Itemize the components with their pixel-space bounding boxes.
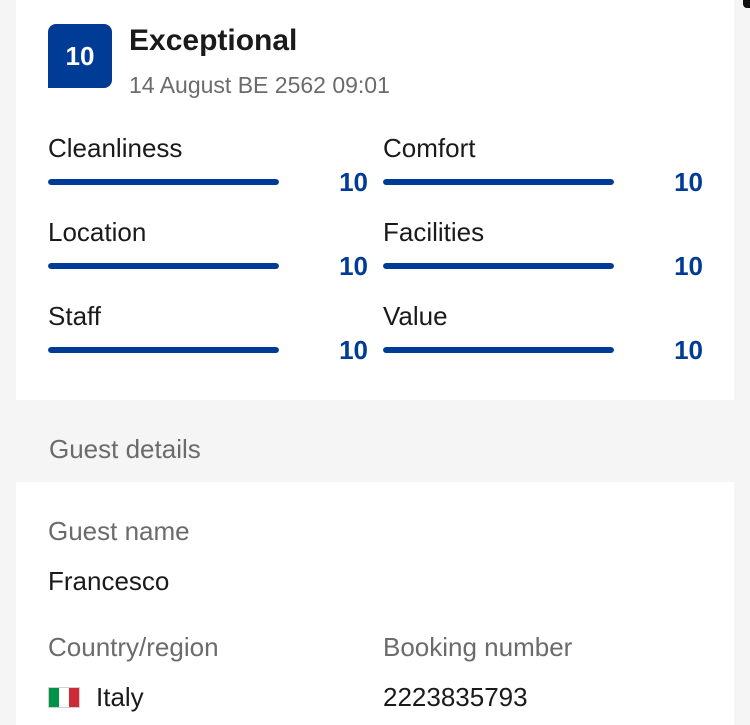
rating-bar-fill: [48, 263, 279, 269]
rating-value: 10: [339, 335, 368, 365]
country-value: Italy: [96, 682, 144, 712]
rating-bar: [383, 263, 614, 269]
rating-value: 10: [674, 251, 703, 281]
guest-details-heading: Guest details: [49, 434, 201, 464]
guest-name-label: Guest name: [48, 516, 190, 546]
score-badge: 10: [48, 24, 112, 88]
review-date: 14 August BE 2562 09:01: [129, 72, 390, 98]
rating-bar: [383, 347, 614, 353]
rating-bar: [48, 347, 279, 353]
rating-label: Staff: [48, 301, 102, 331]
rating-bar: [48, 263, 279, 269]
rating-value: 10: [674, 335, 703, 365]
rating-label: Comfort: [383, 133, 476, 163]
rating-bar-fill: [48, 347, 279, 353]
rating-label: Value: [383, 301, 448, 331]
rating-bar: [383, 179, 614, 185]
rating-label: Facilities: [383, 217, 485, 247]
rating-bar-fill: [383, 263, 614, 269]
booking-number-value: 2223835793: [383, 682, 528, 712]
guest-details-card: Guest name Francesco Country/region Ital…: [16, 482, 734, 725]
rating-staff: Staff 10: [48, 301, 368, 365]
italy-flag-icon: [48, 687, 80, 708]
rating-bar-fill: [48, 179, 279, 185]
corner-indicator: [743, 0, 750, 8]
rating-location: Location 10: [48, 217, 368, 281]
booking-number-label: Booking number: [383, 632, 573, 662]
rating-value-for-money: Value 10: [383, 301, 703, 365]
country-label: Country/region: [48, 632, 219, 662]
rating-value: 10: [674, 167, 703, 197]
rating-label: Location: [48, 217, 147, 247]
rating-label: Cleanliness: [48, 133, 183, 163]
rating-facilities: Facilities 10: [383, 217, 703, 281]
review-title: Exceptional: [129, 24, 298, 57]
review-scores-card: 10 Exceptional 14 August BE 2562 09:01 C…: [16, 0, 734, 400]
guest-name-value: Francesco: [48, 566, 170, 596]
rating-bar: [48, 179, 279, 185]
rating-cleanliness: Cleanliness 10: [48, 133, 368, 197]
rating-value: 10: [339, 167, 368, 197]
rating-comfort: Comfort 10: [383, 133, 703, 197]
rating-value: 10: [339, 251, 368, 281]
rating-bar-fill: [383, 347, 614, 353]
rating-bar-fill: [383, 179, 614, 185]
